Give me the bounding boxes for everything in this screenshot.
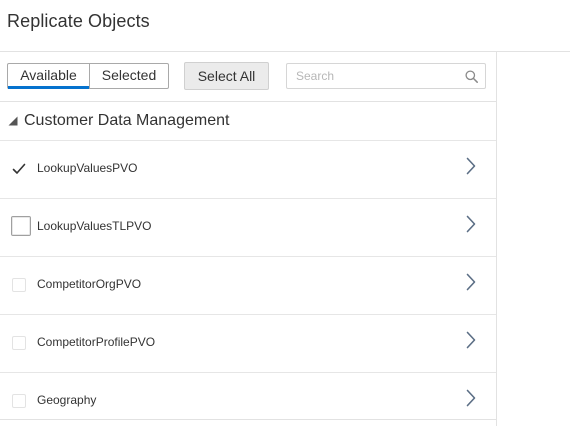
select-all-button[interactable]: Select All (184, 62, 269, 90)
chevron-right-icon[interactable] (466, 215, 476, 233)
chevron-right-icon[interactable] (466, 389, 476, 407)
chevron-right-icon[interactable] (466, 331, 476, 349)
tab-available[interactable]: Available (8, 64, 89, 89)
search-input[interactable] (287, 64, 466, 88)
list-item[interactable]: Geography (0, 373, 496, 430)
checkbox[interactable] (12, 394, 26, 408)
page-title: Replicate Objects (7, 11, 150, 31)
list-item[interactable]: LookupValuesPVO (0, 141, 496, 199)
list-item-label: Geography (37, 393, 97, 407)
chevron-right-icon[interactable] (466, 157, 476, 175)
list-item[interactable]: CompetitorOrgPVO (0, 257, 496, 315)
list-item[interactable]: CompetitorProfilePVO (0, 315, 496, 373)
list-item[interactable]: LookupValuesTLPVO (0, 199, 496, 257)
list-item-label: LookupValuesPVO (37, 161, 138, 175)
tab-selected[interactable]: Selected (89, 64, 168, 88)
list-item-label: CompetitorOrgPVO (37, 277, 142, 291)
group-header[interactable]: Customer Data Management (0, 102, 496, 141)
chevron-right-icon[interactable] (466, 273, 476, 291)
checkmark-icon[interactable] (12, 162, 26, 176)
checkbox[interactable] (11, 216, 31, 236)
search-box (286, 63, 486, 89)
search-icon[interactable] (465, 70, 478, 83)
view-toggle: Available Selected (7, 63, 169, 89)
checkbox[interactable] (12, 336, 26, 350)
collapse-triangle-icon[interactable] (8, 116, 18, 126)
list-bottom-divider (0, 419, 496, 420)
checkbox[interactable] (12, 278, 26, 292)
list-item-label: LookupValuesTLPVO (37, 219, 152, 233)
detail-pane-divider (496, 52, 497, 426)
list-item-label: CompetitorProfilePVO (37, 335, 156, 349)
header-divider (0, 51, 570, 52)
group-label: Customer Data Management (24, 112, 230, 129)
